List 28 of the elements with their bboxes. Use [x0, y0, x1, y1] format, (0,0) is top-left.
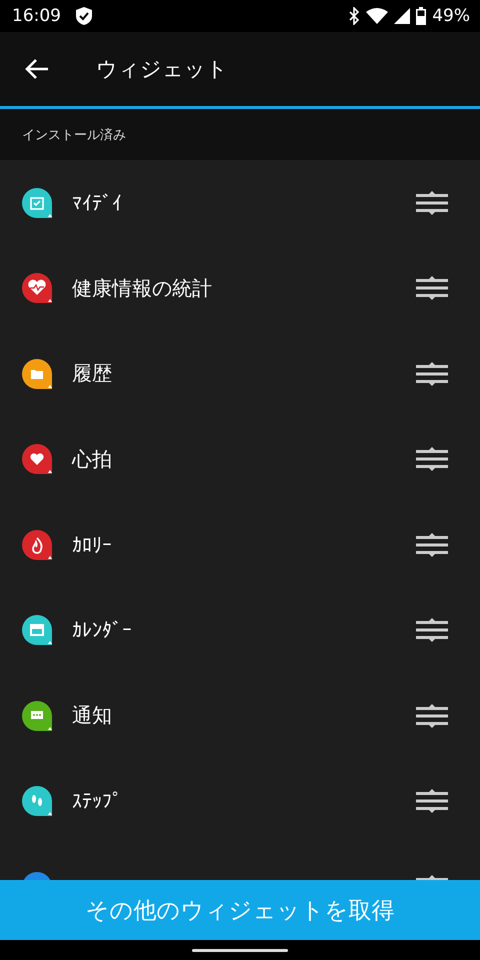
home-indicator[interactable] — [192, 948, 288, 952]
widget-name: 通知 — [72, 702, 113, 730]
shield-icon — [75, 6, 93, 26]
drag-handle[interactable] — [416, 532, 448, 558]
battery-percent: 49% — [432, 6, 470, 26]
back-button[interactable] — [24, 58, 50, 80]
clock: 16:09 — [12, 6, 61, 26]
get-more-widgets-button[interactable]: その他のウィジェットを取得 — [0, 880, 480, 940]
widget-name: ﾏｲﾃﾞｲ — [72, 190, 123, 215]
drag-handle[interactable] — [416, 702, 448, 729]
widget-name: 心拍 — [72, 446, 113, 473]
drag-handle[interactable] — [416, 446, 448, 472]
widget-name: 健康情報の統計 — [72, 274, 213, 302]
battery-icon — [416, 7, 426, 25]
section-header: インストール済み — [22, 126, 126, 144]
widget-name: ｽﾃｯﾌﾟ — [72, 789, 123, 814]
widget-name: 履歴 — [72, 360, 113, 388]
drag-handle[interactable] — [416, 360, 448, 387]
widget-name: ｶﾛﾘｰ — [72, 532, 113, 557]
drag-handle[interactable] — [416, 190, 448, 216]
widget-name: ｶﾚﾝﾀﾞｰ — [72, 618, 133, 642]
drag-handle[interactable] — [416, 788, 448, 814]
drag-handle[interactable] — [416, 617, 448, 644]
signal-icon — [394, 8, 410, 24]
bluetooth-icon — [348, 7, 360, 25]
drag-handle[interactable] — [416, 275, 448, 302]
screen-title: ウィジェット — [96, 56, 228, 83]
wifi-icon — [366, 8, 388, 24]
